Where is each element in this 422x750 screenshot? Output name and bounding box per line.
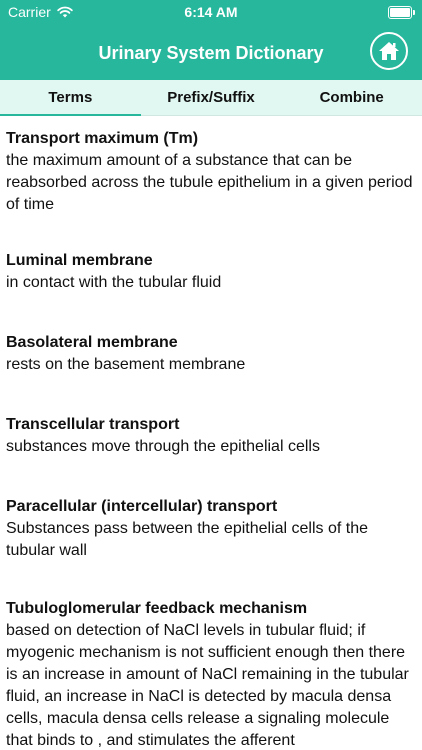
term-title: Tubuloglomerular feedback mechanism <box>6 600 308 617</box>
battery-icon <box>388 6 415 19</box>
tab-combine[interactable]: Combine <box>281 80 422 115</box>
tab-bar: Terms Prefix/Suffix Combine <box>0 80 422 116</box>
home-icon <box>379 42 399 60</box>
term-title: Luminal membrane <box>6 252 153 269</box>
term-title: Paracellular (intercellular) transport <box>6 498 278 515</box>
term-definition: substances move through the epithelial c… <box>6 438 320 455</box>
tab-terms[interactable]: Terms <box>0 80 141 116</box>
term-definition: the maximum amount of a substance that c… <box>6 152 413 213</box>
terms-list[interactable]: Transport maximum (Tm) the maximum amoun… <box>0 116 422 750</box>
term-entry[interactable]: Paracellular (intercellular) transport S… <box>0 496 422 562</box>
term-entry[interactable]: Luminal membrane in contact with the tub… <box>0 250 227 294</box>
term-definition: rests on the basement membrane <box>6 356 246 373</box>
status-bar: Carrier 6:14 AM <box>0 0 422 26</box>
term-entry[interactable]: Transcellular transport substances move … <box>0 414 326 458</box>
tab-prefix-suffix[interactable]: Prefix/Suffix <box>141 80 282 115</box>
term-entry[interactable]: Tubuloglomerular feedback mechanism base… <box>0 598 422 750</box>
term-definition: in contact with the tubular fluid <box>6 274 222 291</box>
term-definition: based on detection of NaCl levels in tub… <box>6 622 409 749</box>
home-button[interactable] <box>370 32 408 70</box>
term-title: Transport maximum (Tm) <box>6 130 199 147</box>
term-title: Basolateral membrane <box>6 334 178 351</box>
term-title: Transcellular transport <box>6 416 180 433</box>
term-definition: Substances pass between the epithelial c… <box>6 520 369 559</box>
app-title: Urinary System Dictionary <box>98 43 324 63</box>
term-entry[interactable]: Basolateral membrane rests on the baseme… <box>0 332 251 376</box>
term-entry[interactable]: Transport maximum (Tm) the maximum amoun… <box>0 128 422 216</box>
nav-bar: Urinary System Dictionary <box>0 26 422 80</box>
status-time: 6:14 AM <box>184 4 238 20</box>
